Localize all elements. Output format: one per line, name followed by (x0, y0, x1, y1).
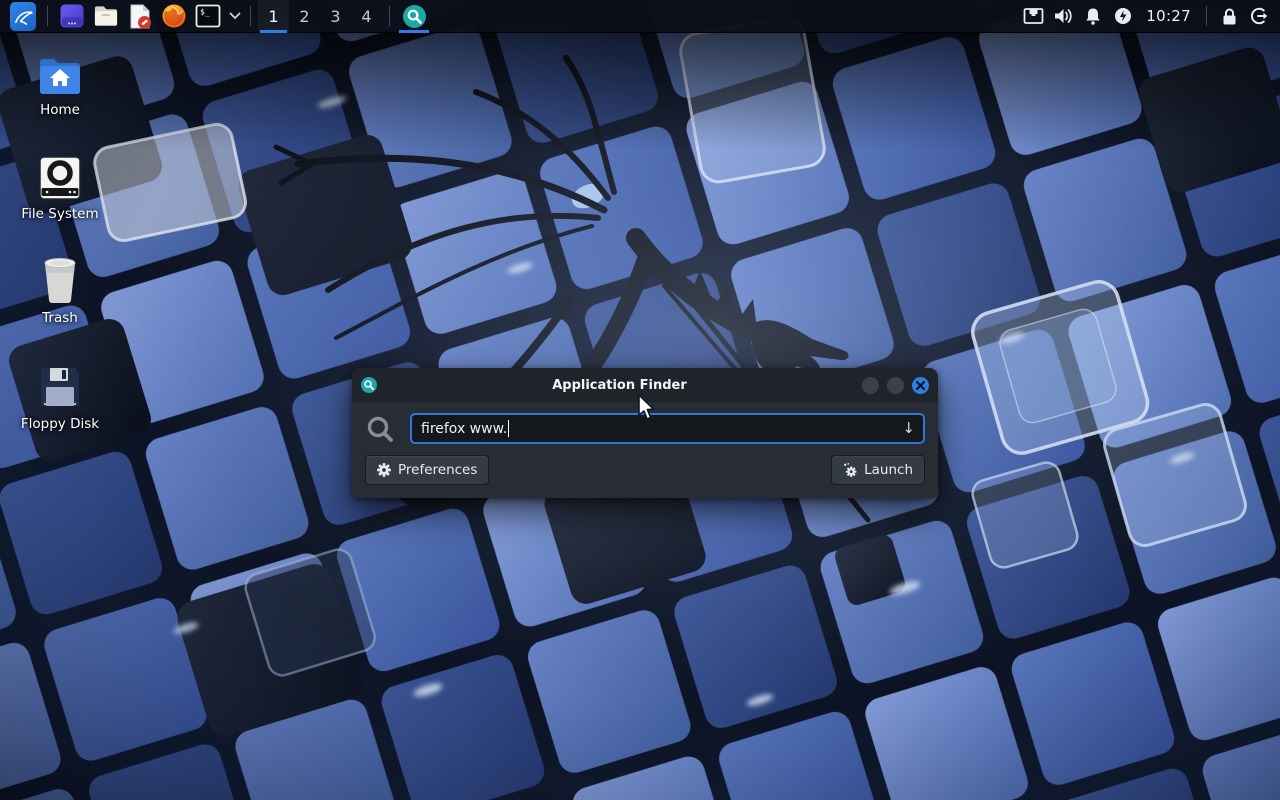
logout-button[interactable] (1244, 0, 1274, 33)
mouse-cursor (637, 394, 659, 422)
terminal-menu-chevron[interactable] (227, 0, 243, 33)
close-button[interactable] (912, 377, 929, 394)
application-finder-icon (361, 377, 377, 393)
panel-separator (47, 6, 48, 26)
workspace-4[interactable]: 4 (351, 0, 382, 33)
lock-icon (1221, 7, 1238, 26)
taskbar-application-finder[interactable] (397, 0, 431, 33)
firefox-icon (161, 3, 187, 29)
volume-tray-item[interactable] (1048, 0, 1078, 33)
launch-button-label: Launch (864, 462, 913, 478)
floppy-disk-icon (37, 364, 83, 410)
search-input[interactable]: firefox www. ↓ (410, 413, 925, 444)
search-icon (365, 414, 395, 444)
workspace-1[interactable]: 1 (258, 0, 289, 33)
file-manager-icon (93, 4, 119, 28)
panel-separator (250, 6, 251, 26)
close-icon (916, 381, 925, 390)
launch-button[interactable]: Launch (831, 455, 925, 485)
launcher-app-window[interactable] (55, 0, 89, 33)
workspace-label: 1 (268, 7, 278, 26)
desktop-icon-home[interactable]: Home (4, 54, 116, 118)
desktop-icon-label: File System (21, 207, 98, 222)
top-panel: $_ 1 2 3 4 (0, 0, 1280, 33)
network-icon (1023, 7, 1044, 25)
desktop-icon-trash[interactable]: Trash (4, 256, 116, 326)
svg-text:$_: $_ (200, 8, 210, 17)
workspace-2[interactable]: 2 (289, 0, 320, 33)
gear-icon (377, 463, 391, 477)
home-folder-icon (37, 54, 83, 96)
application-finder-icon (403, 5, 426, 28)
launcher-firefox[interactable] (157, 0, 191, 33)
window-title: Application Finder (377, 378, 862, 393)
text-editor-icon (127, 3, 153, 30)
preferences-button[interactable]: Preferences (365, 455, 489, 485)
network-tray-item[interactable] (1018, 0, 1048, 33)
minimize-button[interactable] (862, 377, 879, 394)
power-manager-tray-item[interactable] (1108, 0, 1138, 33)
text-caret (508, 420, 509, 437)
terminal-icon: $_ (195, 3, 221, 29)
desktop: Home File System Trash Floppy Di (0, 0, 1280, 800)
panel-separator (1206, 6, 1207, 26)
workspace-3[interactable]: 3 (320, 0, 351, 33)
launch-icon (843, 463, 857, 477)
filesystem-drive-icon (39, 156, 81, 200)
kali-menu-icon (12, 5, 35, 28)
maximize-button[interactable] (887, 377, 904, 394)
workspace-label: 2 (299, 7, 309, 26)
window-app-icon (59, 3, 85, 29)
lock-screen-button[interactable] (1214, 0, 1244, 33)
search-input-value: firefox www. (421, 421, 507, 437)
desktop-icon-label: Floppy Disk (21, 417, 99, 432)
preferences-button-label: Preferences (398, 462, 477, 478)
workspace-label: 4 (361, 7, 371, 26)
entry-dropdown-arrow-icon[interactable]: ↓ (902, 421, 915, 436)
desktop-icon-label: Home (40, 103, 80, 118)
launcher-terminal[interactable]: $_ (191, 0, 225, 33)
clock[interactable]: 10:27 (1138, 7, 1199, 25)
desktop-icon-floppy-disk[interactable]: Floppy Disk (4, 364, 116, 432)
desktop-icon-file-system[interactable]: File System (4, 156, 116, 222)
trash-icon (39, 256, 81, 304)
logout-icon (1249, 6, 1269, 26)
application-finder-window: Application Finder firefox www. (352, 368, 938, 498)
bell-icon (1084, 7, 1102, 26)
chevron-down-icon (229, 12, 241, 20)
power-manager-icon (1114, 7, 1132, 25)
panel-separator (389, 6, 390, 26)
applications-menu-button[interactable] (6, 0, 40, 33)
desktop-icon-label: Trash (42, 311, 78, 326)
workspace-label: 3 (330, 7, 340, 26)
launcher-text-editor[interactable] (123, 0, 157, 33)
notifications-tray-item[interactable] (1078, 0, 1108, 33)
launcher-file-manager[interactable] (89, 0, 123, 33)
volume-icon (1053, 7, 1073, 25)
